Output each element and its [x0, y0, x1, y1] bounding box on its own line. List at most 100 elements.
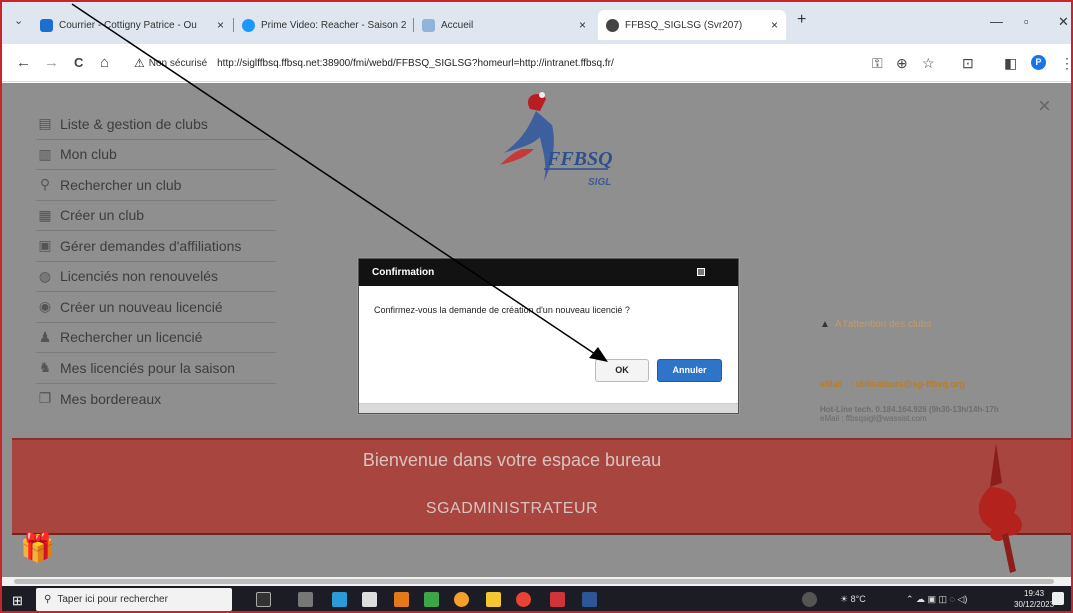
attention-text: A l'attention des clubs — [834, 319, 932, 330]
user-icon: ◉ — [38, 298, 52, 315]
forward-arrow-icon[interactable]: → — [44, 54, 59, 71]
hotline-email: eMail : ffbsqsigl@wassist.com — [820, 414, 927, 423]
time: 19:43 — [1024, 589, 1045, 598]
card-icon: ▣ — [38, 237, 52, 254]
list-icon: ▤ — [38, 115, 52, 132]
close-icon[interactable]: × — [573, 18, 586, 32]
address-bar[interactable]: ⚠ Non sécurisé http://siglffbsq.ffbsq.ne… — [134, 52, 614, 74]
menu-item-label: Rechercher un club — [60, 176, 182, 193]
browser-menu-icon[interactable]: ⋮ — [1060, 55, 1071, 72]
back-arrow-icon[interactable]: ← — [16, 54, 31, 71]
attention-clubs-notice: ▲ A l'attention des clubs — [820, 319, 931, 330]
file-explorer-icon[interactable] — [486, 592, 501, 607]
email-label: eMail — [820, 379, 843, 389]
password-key-icon[interactable]: ⚿ — [872, 55, 883, 72]
menu-item-label: Gérer demandes d'affiliations — [60, 237, 242, 254]
pen-icon[interactable] — [298, 592, 313, 607]
reload-icon[interactable]: C — [74, 55, 83, 70]
menu-item-creer-licencie[interactable]: ◉ Créer un nouveau licencié — [36, 292, 276, 323]
windows-start-icon[interactable]: ⊞ — [12, 593, 23, 609]
profile-avatar[interactable]: P — [1031, 55, 1046, 70]
notifications-icon[interactable] — [1052, 592, 1064, 605]
side-panel-icon[interactable]: ◧ — [1004, 55, 1017, 72]
hotline-info: Hot-Line tech. 0.184.164.926 (9h30-13h/1… — [820, 405, 999, 423]
minimize-button[interactable]: — — [990, 14, 1003, 29]
welcome-banner: Bienvenue dans votre espace bureau SGADM… — [12, 438, 1071, 535]
menu-item-creer-club[interactable]: ▦ Créer un club — [36, 201, 276, 231]
web-page: ▤ Liste & gestion de clubs ▥ Mon club ⚲ Rec… — [2, 83, 1071, 577]
gift-icon: 🎁 — [20, 532, 55, 563]
window-close-button[interactable]: ✕ — [1058, 14, 1069, 30]
copy-icon: ❐ — [38, 390, 52, 407]
search-icon: ⚲ — [44, 594, 52, 605]
logo-subtext: SIGL — [588, 177, 611, 188]
filezilla-icon[interactable] — [550, 592, 565, 607]
home-icon[interactable]: ⌂ — [100, 54, 109, 71]
menu-item-rechercher-club[interactable]: ⚲ Rechercher un club — [36, 170, 276, 201]
menu-item-label: Mes licenciés pour la saison — [60, 359, 236, 376]
menu-item-bordereaux[interactable]: ❐ Mes bordereaux — [36, 384, 276, 415]
date: 30/12/2023 — [1014, 600, 1055, 609]
cancel-button[interactable]: Annuler — [657, 359, 722, 382]
document-icon: ▦ — [38, 206, 52, 223]
extensions-icon[interactable]: ⊡ — [962, 55, 974, 72]
sidebar-menu: ▤ Liste & gestion de clubs ▥ Mon club ⚲ Rec… — [36, 109, 276, 414]
ok-button[interactable]: OK — [595, 359, 649, 382]
word-icon[interactable] — [582, 592, 597, 607]
tab-courrier[interactable]: Courrier - Cottigny Patrice - Ou × — [32, 10, 232, 40]
email-value[interactable]: : utilisateurs@sg-ffbsq.org — [850, 379, 965, 389]
close-icon[interactable]: × — [765, 18, 778, 32]
ffbsq-logo: FFBSQ SIGL — [500, 92, 613, 188]
close-icon[interactable]: × — [406, 18, 412, 32]
ruler-icon[interactable] — [362, 592, 377, 607]
close-icon[interactable]: × — [211, 18, 224, 32]
menu-item-licencies-non-renouveles[interactable]: ◍ Licenciés non renouvelés — [36, 262, 276, 292]
app-icon[interactable] — [332, 592, 347, 607]
browser-tab-bar: ⌄ Courrier - Cottigny Patrice - Ou × Pri… — [2, 2, 1071, 44]
zoom-icon[interactable]: ⊕ — [896, 55, 908, 72]
logo-text: FFBSQ — [546, 148, 613, 170]
clock[interactable]: 19:43 30/12/2023 — [1014, 588, 1054, 610]
dialog-resize-grip[interactable] — [359, 404, 738, 413]
page-close-icon[interactable]: × — [1038, 93, 1051, 119]
globe-icon — [606, 18, 619, 32]
tab-prime-video[interactable]: Prime Video: Reacher - Saison 2 × — [234, 10, 412, 40]
dialog-message: Confirmez-vous la demande de création d'… — [374, 305, 630, 315]
users-icon: ♞ — [38, 359, 52, 376]
document-icon: ▥ — [38, 145, 52, 162]
app-icon[interactable] — [454, 592, 469, 607]
app-icon[interactable] — [424, 592, 439, 607]
system-tray-icons[interactable]: ⌃ ☁ ▣ ◫ ◌ ◁) — [906, 594, 967, 605]
contact-email: eMail : utilisateurs@sg-ffbsq.org — [820, 379, 965, 389]
horizontal-scrollbar[interactable] — [2, 577, 1071, 586]
new-tab-button[interactable]: + — [797, 11, 806, 29]
tab-ffbsq-siglsg[interactable]: FFBSQ_SIGLSG (Svr207) × — [598, 10, 786, 40]
taskbar-search-box[interactable]: ⚲ Taper ici pour rechercher — [36, 588, 232, 611]
menu-item-rechercher-licencie[interactable]: ♟ Rechercher un licencié — [36, 323, 276, 353]
menu-item-mes-licencies[interactable]: ♞ Mes licenciés pour la saison — [36, 353, 276, 384]
tab-accueil[interactable]: Accueil × — [414, 10, 594, 40]
menu-item-mon-club[interactable]: ▥ Mon club — [36, 140, 276, 170]
menu-item-label: Rechercher un licencié — [60, 329, 203, 346]
confirmation-dialog: Confirmation Confirmez-vous la demande d… — [358, 258, 739, 414]
menu-item-affiliations[interactable]: ▣ Gérer demandes d'affiliations — [36, 231, 276, 262]
menu-item-liste-clubs[interactable]: ▤ Liste & gestion de clubs — [36, 109, 276, 140]
windows-taskbar: ⊞ ⚲ Taper ici pour rechercher ☀ 8°C ⌃ ☁ … — [2, 586, 1071, 611]
restore-button[interactable]: ▫ — [1024, 14, 1029, 29]
menu-item-label: Créer un club — [60, 207, 145, 224]
search-icon: ⚲ — [39, 176, 51, 193]
help-icon[interactable] — [802, 592, 817, 607]
warning-icon: ▲ — [820, 319, 830, 330]
warning-icon: ⚠ — [134, 56, 145, 70]
bookmark-star-icon[interactable]: ☆ — [922, 55, 935, 72]
weather-widget[interactable]: ☀ 8°C — [840, 594, 866, 605]
dialog-close-icon[interactable] — [697, 268, 705, 276]
ffbsq-icon — [422, 18, 435, 32]
scrollbar-thumb[interactable] — [14, 579, 1054, 584]
chrome-icon[interactable] — [516, 592, 531, 607]
task-view-icon[interactable] — [256, 592, 271, 607]
tab-search-icon[interactable]: ⌄ — [14, 14, 23, 27]
outlook-icon — [40, 18, 53, 32]
menu-item-label: Liste & gestion de clubs — [60, 115, 208, 132]
vlc-icon[interactable] — [394, 592, 409, 607]
